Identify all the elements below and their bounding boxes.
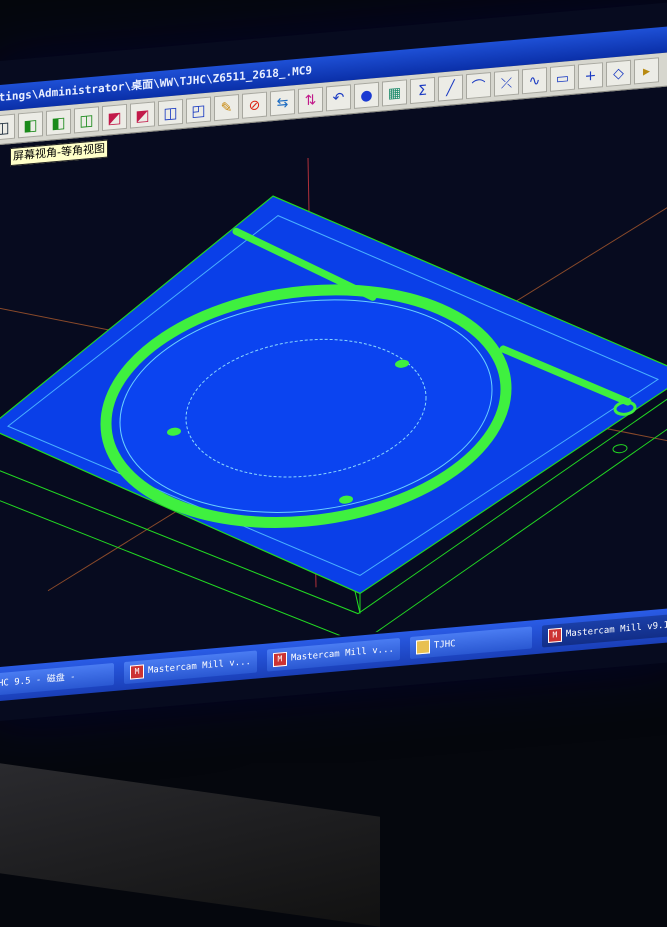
taskbar-item[interactable]: M Mastercam Mill v...: [266, 637, 400, 672]
mastercam-icon: M: [130, 664, 144, 680]
rectangle-icon[interactable]: ▭: [550, 64, 575, 92]
arc-icon[interactable]: ⌒: [466, 71, 491, 100]
transform-arrow-icon[interactable]: ⇆: [270, 89, 295, 117]
desk-surface: [0, 763, 380, 927]
view-cube-green-icon[interactable]: ◧: [18, 111, 43, 139]
plus-point-icon[interactable]: +: [578, 62, 603, 90]
undo-arc-icon[interactable]: ↶: [326, 84, 351, 112]
no-entry-icon[interactable]: ⊘: [242, 91, 267, 119]
transform-arrow-2-icon[interactable]: ⇅: [298, 86, 323, 114]
taskbar-item[interactable]: TJHC: [409, 626, 532, 660]
taskbar-item-label: TJHC: [433, 639, 456, 651]
line-icon[interactable]: ╱: [438, 74, 463, 102]
mastercam-icon: M: [547, 627, 562, 644]
taskbar-item-label: Mastercam Mill v...: [290, 644, 394, 664]
taskbar-item[interactable]: HC 9.5 - 磁盘 -: [0, 662, 114, 696]
toolbar-end-icon[interactable]: ▸: [634, 57, 659, 85]
sphere-icon[interactable]: ●: [354, 81, 379, 109]
trim-icon[interactable]: ⤫: [494, 69, 519, 97]
taskbar-item[interactable]: M Mastercam Mill v...: [124, 650, 257, 685]
view-cube-outline-icon[interactable]: ◫: [74, 106, 99, 134]
monitor-screen: ttings\Administrator\桌面\WW\TJHC\Z6511_26…: [0, 0, 667, 723]
view-cube-blue-icon[interactable]: ◫: [158, 98, 183, 127]
view-cube-green-2-icon[interactable]: ◧: [46, 108, 71, 136]
taskbar-item-label: Mastercam Mill v...: [148, 656, 251, 677]
folder-icon: [415, 639, 430, 655]
view-cube-red-icon[interactable]: ◩: [102, 103, 127, 132]
view-3d-cube-icon[interactable]: ◰: [186, 96, 211, 124]
spline-icon[interactable]: ∿: [522, 67, 547, 95]
view-cube-red-2-icon[interactable]: ◩: [130, 101, 155, 129]
grid-snap-icon[interactable]: ▦: [382, 79, 407, 107]
view-cube-icon[interactable]: ◫: [0, 113, 15, 141]
hole-corner-lower: [612, 444, 628, 454]
eraser-icon[interactable]: ◇: [606, 59, 631, 87]
sigma-icon[interactable]: Σ: [410, 76, 435, 105]
pencil-icon[interactable]: ✎: [214, 94, 239, 122]
graphics-viewport[interactable]: [0, 85, 667, 666]
taskbar-item-label: Mastercam Mill v9.1: [565, 620, 667, 640]
taskbar-item-label: HC 9.5 - 磁盘 -: [0, 672, 76, 690]
mastercam-icon: M: [272, 651, 287, 668]
taskbar-item[interactable]: M Mastercam Mill v9.1: [541, 613, 667, 648]
part-3d-view: [0, 157, 667, 645]
